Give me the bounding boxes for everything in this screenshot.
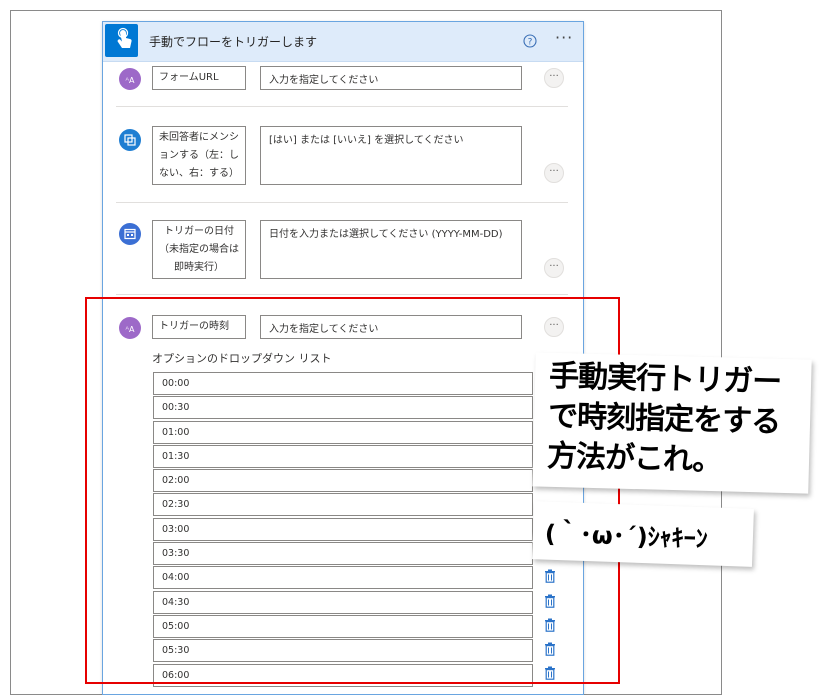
label-line: ョンする（左：し [159, 150, 239, 161]
more-options-icon[interactable]: ··· [555, 28, 573, 47]
divider [116, 106, 568, 107]
label-line: トリガーの日付 [164, 226, 234, 237]
annotation-callout: 手動実行トリガー で時刻指定をする 方法がこれ。 [532, 352, 812, 494]
label-line: 即時実行） [174, 262, 224, 273]
manual-trigger-icon [105, 24, 138, 57]
divider [116, 294, 568, 295]
card-header[interactable]: 手動でフローをトリガーします ? ··· [103, 22, 583, 62]
svg-text:ᴬA: ᴬA [126, 76, 135, 85]
annotation-text: 手動実行トリガー で時刻指定をする 方法がこれ。 [547, 357, 782, 483]
calendar-icon [119, 223, 141, 245]
help-icon[interactable]: ? [523, 34, 537, 48]
kaomoji-text: (｀･ω･´)ｼｬｷｰﾝ [544, 519, 709, 554]
field-label-mention[interactable]: 未回答者にメンシ ョンする（左：し ない、右：する） [152, 126, 246, 185]
kaomoji-callout: (｀･ω･´)ｼｬｷｰﾝ [532, 501, 754, 567]
card-title: 手動でフローをトリガーします [149, 35, 318, 49]
field-menu-button[interactable]: ··· [544, 258, 564, 278]
label-line: 未回答者にメンシ [159, 132, 239, 143]
divider [116, 202, 568, 203]
annotation-line: 方法がこれ。 [546, 438, 722, 479]
annotation-line: 手動実行トリガー [548, 358, 782, 400]
field-label-trigger-date[interactable]: トリガーの日付 （未指定の場合は 即時実行） [152, 220, 246, 279]
annotation-line: で時刻指定をする [547, 398, 781, 440]
mention-select[interactable]: [はい] または [いいえ] を選択してください [260, 126, 522, 185]
field-menu-button[interactable]: ··· [544, 68, 564, 88]
trigger-date-input[interactable]: 日付を入力または選択してください (YYYY-MM-DD) [260, 220, 522, 279]
form-url-input[interactable]: 入力を指定してください [260, 66, 522, 90]
label-line: ない、右：する） [159, 168, 239, 179]
yes-no-icon [119, 129, 141, 151]
text-input-icon: ᴬA [119, 68, 141, 90]
field-label-form-url[interactable]: フォームURL [152, 66, 246, 90]
svg-text:?: ? [528, 38, 533, 48]
field-menu-button[interactable]: ··· [544, 163, 564, 183]
label-line: （未指定の場合は [159, 244, 239, 255]
